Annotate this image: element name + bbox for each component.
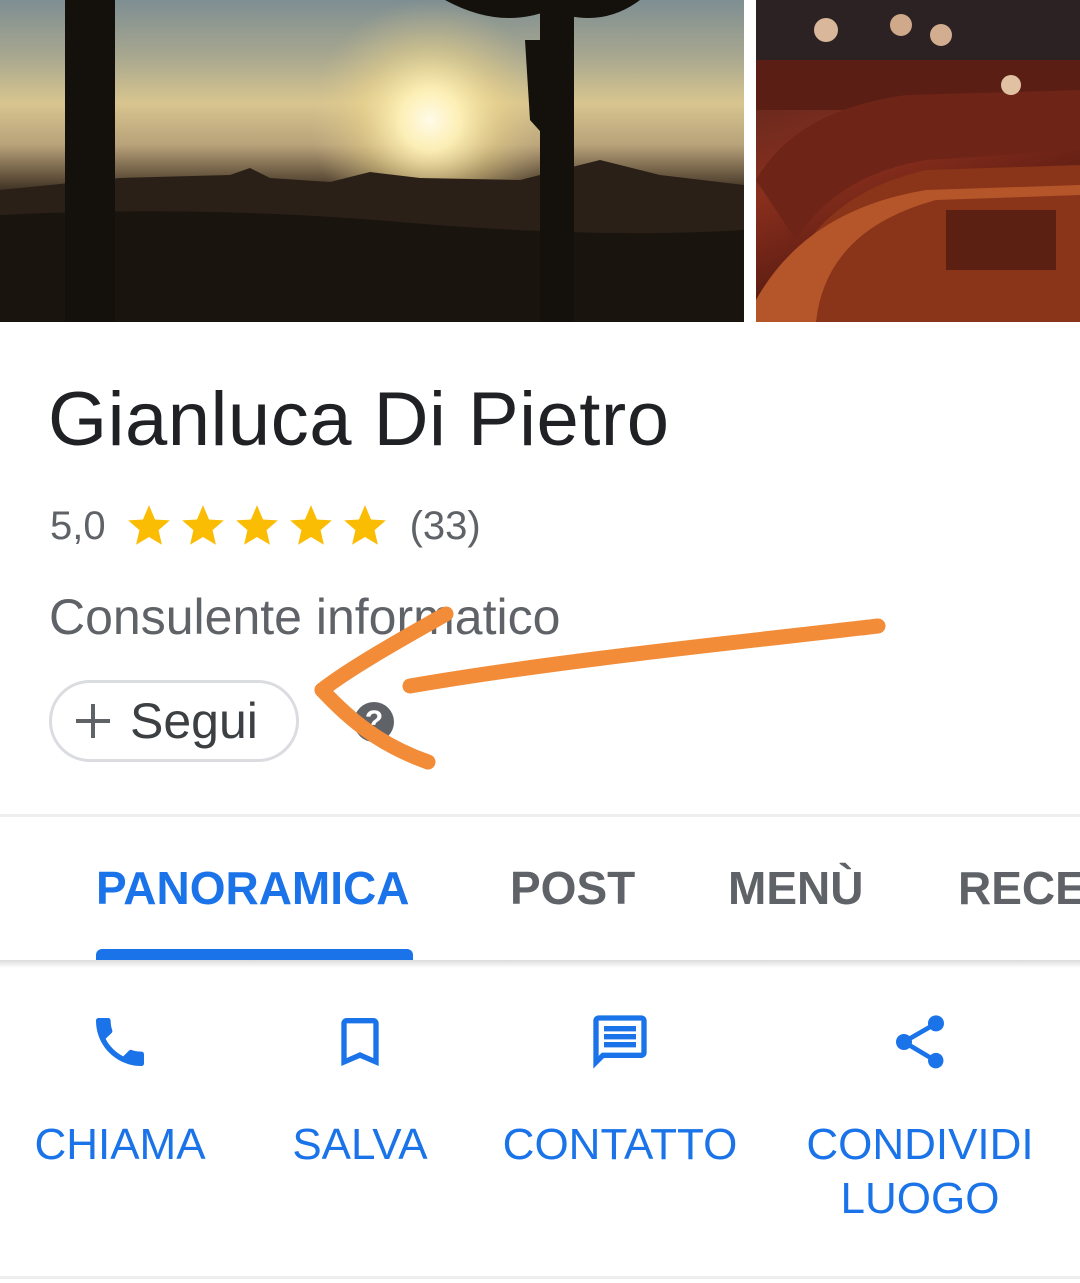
share-place-label: CONDIVIDI LUOGO [806, 1120, 1034, 1223]
tab-bar-shadow [0, 960, 1080, 968]
star-icon [127, 505, 170, 545]
council-hall-image [756, 0, 1080, 322]
star-icon [181, 505, 224, 545]
star-icon [289, 505, 332, 545]
plus-icon [76, 704, 110, 738]
rating-row[interactable]: 5,0 (33) [50, 498, 481, 554]
review-count[interactable]: (33) [410, 504, 481, 549]
call-label: CHIAMA [34, 1120, 206, 1169]
tab-reviews[interactable]: RECENSIONI [958, 861, 1080, 915]
tab-overview[interactable]: PANORAMICA [96, 861, 409, 915]
active-tab-indicator [96, 949, 413, 960]
follow-label: Segui [130, 693, 258, 749]
place-title: Gianluca Di Pietro [48, 377, 670, 462]
star-icon [235, 505, 278, 545]
tab-bar: PANORAMICA POST MENÙ RECENSIONI [0, 817, 1080, 960]
share-place-button[interactable]: CONDIVIDI LUOGO [790, 1010, 1050, 1226]
save-button[interactable]: SALVA [230, 1010, 490, 1172]
call-button[interactable]: CHIAMA [0, 1010, 250, 1172]
share-icon [896, 1015, 944, 1069]
save-label: SALVA [292, 1120, 428, 1169]
tab-posts[interactable]: POST [510, 861, 635, 915]
photo-sunset[interactable] [0, 0, 744, 322]
place-category: Consulente informatico [49, 589, 561, 645]
help-icon[interactable]: ? [354, 702, 394, 742]
star-rating [124, 501, 390, 551]
photo-council-hall[interactable] [756, 0, 1080, 322]
rating-value: 5,0 [50, 503, 106, 548]
star-icon [343, 505, 386, 545]
follow-button[interactable]: Segui [49, 680, 299, 762]
photo-strip[interactable] [0, 0, 1080, 322]
message-icon [593, 1015, 647, 1069]
sunset-image [0, 0, 744, 322]
tab-menu[interactable]: MENÙ [728, 861, 863, 915]
divider-bottom [0, 1276, 1080, 1279]
contact-button[interactable]: CONTATTO [490, 1010, 750, 1172]
phone-icon [96, 1018, 144, 1066]
contact-label: CONTATTO [502, 1120, 738, 1169]
bookmark-icon [341, 1018, 379, 1066]
